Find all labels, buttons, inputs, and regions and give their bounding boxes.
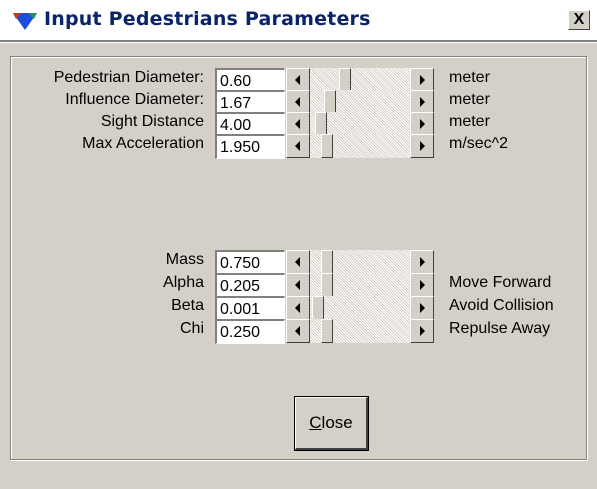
close-button[interactable]: Close — [294, 396, 369, 451]
arrow-right-icon — [420, 97, 425, 107]
influence-diameter-slider[interactable] — [286, 90, 434, 114]
close-window-button[interactable]: X — [568, 10, 590, 30]
scroll-right-button[interactable] — [410, 134, 434, 158]
slider-thumb[interactable] — [324, 90, 336, 114]
slider-thumb[interactable] — [321, 250, 333, 274]
slider-thumb[interactable] — [321, 134, 333, 158]
scroll-left-button[interactable] — [286, 112, 310, 136]
scroll-right-button[interactable] — [410, 250, 434, 274]
alpha-input[interactable]: 0.205 — [215, 273, 285, 298]
max-acceleration-input[interactable]: 1.950 — [215, 134, 285, 159]
max-acceleration-label: Max Acceleration — [82, 135, 204, 152]
max-acceleration-slider[interactable] — [286, 134, 434, 158]
slider-thumb[interactable] — [312, 296, 324, 320]
scroll-right-button[interactable] — [410, 112, 434, 136]
arrow-left-icon — [295, 303, 300, 313]
mass-input[interactable]: 0.750 — [215, 250, 285, 275]
app-icon — [13, 13, 37, 30]
chi-slider[interactable] — [286, 319, 434, 343]
close-button-mnemonic: C — [309, 413, 322, 432]
slider-thumb[interactable] — [315, 112, 327, 136]
arrow-left-icon — [295, 119, 300, 129]
alpha-unit: Move Forward — [449, 274, 552, 291]
scroll-right-button[interactable] — [410, 90, 434, 114]
scroll-left-button[interactable] — [286, 296, 310, 320]
arrow-right-icon — [420, 119, 425, 129]
mass-label: Mass — [165, 251, 204, 268]
dialog-title: Input Pedestrians Parameters — [44, 8, 371, 30]
scroll-right-button[interactable] — [410, 68, 434, 92]
beta-label: Beta — [171, 297, 204, 314]
arrow-left-icon — [295, 97, 300, 107]
scroll-right-button[interactable] — [410, 319, 434, 343]
pedestrian-diameter-slider[interactable] — [286, 68, 434, 92]
arrow-right-icon — [420, 280, 425, 290]
slider-thumb[interactable] — [321, 273, 333, 297]
slider-thumb[interactable] — [321, 319, 333, 343]
sight-distance-label: Sight Distance — [100, 113, 204, 130]
title-bar[interactable]: Input Pedestrians Parameters X — [0, 0, 597, 40]
pedestrian-diameter-label: Pedestrian Diameter: — [53, 69, 204, 86]
scroll-left-button[interactable] — [286, 273, 310, 297]
arrow-right-icon — [420, 326, 425, 336]
alpha-slider[interactable] — [286, 273, 434, 297]
chi-label: Chi — [179, 320, 204, 337]
arrow-right-icon — [420, 303, 425, 313]
alpha-label: Alpha — [163, 274, 204, 291]
close-icon: X — [573, 11, 585, 28]
mass-slider[interactable] — [286, 250, 434, 274]
scroll-right-button[interactable] — [410, 273, 434, 297]
scroll-left-button[interactable] — [286, 134, 310, 158]
sight-distance-slider[interactable] — [286, 112, 434, 136]
pedestrian-diameter-unit: meter — [449, 69, 490, 86]
arrow-right-icon — [420, 141, 425, 151]
arrow-left-icon — [295, 75, 300, 85]
sight-distance-unit: meter — [449, 113, 490, 130]
arrow-left-icon — [295, 141, 300, 151]
beta-unit: Avoid Collision — [449, 297, 554, 314]
arrow-right-icon — [420, 75, 425, 85]
arrow-left-icon — [295, 326, 300, 336]
scroll-left-button[interactable] — [286, 68, 310, 92]
close-button-label: lose — [321, 413, 353, 432]
arrow-right-icon — [420, 257, 425, 267]
arrow-left-icon — [295, 257, 300, 267]
scroll-left-button[interactable] — [286, 90, 310, 114]
influence-diameter-label: Influence Diameter: — [65, 91, 204, 108]
scroll-right-button[interactable] — [410, 296, 434, 320]
title-separator — [0, 40, 597, 43]
arrow-left-icon — [295, 280, 300, 290]
chi-unit: Repulse Away — [449, 320, 551, 337]
scroll-left-button[interactable] — [286, 319, 310, 343]
beta-input[interactable]: 0.001 — [215, 296, 285, 321]
influence-diameter-unit: meter — [449, 91, 490, 108]
beta-slider[interactable] — [286, 296, 434, 320]
slider-thumb[interactable] — [339, 68, 351, 92]
max-acceleration-unit: m/sec^2 — [449, 135, 509, 152]
dialog-window: Input Pedestrians Parameters X Pedestria… — [0, 0, 597, 489]
scroll-left-button[interactable] — [286, 250, 310, 274]
chi-input[interactable]: 0.250 — [215, 319, 285, 344]
